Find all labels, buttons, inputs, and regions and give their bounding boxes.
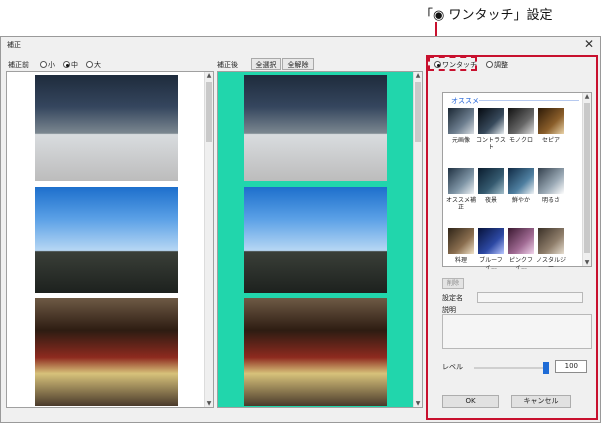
size-option-large[interactable]: 大 xyxy=(86,60,101,70)
level-label: レベル xyxy=(442,363,463,371)
annotation-callout-text: 「◉ ワンタッチ」設定 xyxy=(420,8,553,23)
before-photo-3[interactable] xyxy=(35,298,178,406)
close-icon[interactable]: ✕ xyxy=(584,37,594,51)
preset-grid: オススメ 元画像 コントラスト モノクロ セピア オススメ補正 夜景 鮮やか 明… xyxy=(442,92,592,271)
preset-thumb-recommended[interactable] xyxy=(448,168,474,194)
cancel-button[interactable]: キャンセル xyxy=(511,395,571,408)
preset-delete-button[interactable]: 削除 xyxy=(442,278,464,289)
before-photo-2[interactable] xyxy=(35,187,178,293)
scroll-down-icon[interactable]: ▼ xyxy=(205,400,213,407)
before-scroll-thumb[interactable] xyxy=(206,82,212,142)
preset-label: 鮮やか xyxy=(511,197,530,204)
level-spinbox[interactable]: 100 xyxy=(555,360,587,373)
radio-one-touch[interactable] xyxy=(434,61,441,68)
radio-medium[interactable] xyxy=(63,61,70,68)
preset-thumb-sepia[interactable] xyxy=(538,108,564,134)
size-medium-label: 中 xyxy=(71,61,78,69)
after-label: 補正後 xyxy=(217,61,238,69)
after-photo-1[interactable] xyxy=(244,75,387,181)
setting-name-label: 設定名 xyxy=(442,294,463,302)
adjust-label: 調整 xyxy=(494,61,508,69)
before-photo-1[interactable] xyxy=(35,75,178,181)
before-label: 補正前 xyxy=(8,61,29,69)
preset-label: ピンクフィ... xyxy=(508,257,533,271)
preset-thumb-pink[interactable] xyxy=(508,228,534,254)
preset-thumb-night[interactable] xyxy=(478,168,504,194)
preset-label: ブルーフィ... xyxy=(479,257,503,271)
level-slider-knob[interactable] xyxy=(543,362,549,374)
preset-thumb-vivid[interactable] xyxy=(508,168,534,194)
scroll-down-icon[interactable]: ▼ xyxy=(414,400,422,407)
size-option-medium[interactable]: 中 xyxy=(63,60,78,70)
radio-adjust[interactable] xyxy=(486,61,493,68)
preset-label: ノスタルジー xyxy=(535,257,566,271)
before-scrollbar[interactable]: ▲ ▼ xyxy=(204,72,213,407)
preset-thumb-mono[interactable] xyxy=(508,108,534,134)
deselect-all-button[interactable]: 全解除 xyxy=(282,58,314,70)
preset-label: オススメ補正 xyxy=(445,197,476,211)
preset-label: コントラスト xyxy=(476,137,506,151)
preset-label: 元画像 xyxy=(451,137,470,144)
setting-name-field[interactable] xyxy=(477,292,583,303)
preset-label: 夜景 xyxy=(484,197,497,204)
preset-thumb-original[interactable] xyxy=(448,108,474,134)
preset-thumb-contrast[interactable] xyxy=(478,108,504,134)
level-slider-track[interactable] xyxy=(474,367,549,369)
scroll-up-icon[interactable]: ▲ xyxy=(205,72,213,79)
preset-thumb-blue[interactable] xyxy=(478,228,504,254)
recommend-group-title: オススメ xyxy=(451,97,479,105)
radio-small[interactable] xyxy=(40,61,47,68)
one-touch-label: ワンタッチ xyxy=(442,61,477,69)
size-small-label: 小 xyxy=(48,61,55,69)
mode-adjust[interactable]: 調整 xyxy=(486,60,508,70)
after-scrollbar[interactable]: ▲ ▼ xyxy=(413,72,422,407)
mode-one-touch[interactable]: ワンタッチ xyxy=(434,60,477,70)
after-photo-2[interactable] xyxy=(244,187,387,293)
preset-scrollbar[interactable]: ▲ ▼ xyxy=(582,93,591,266)
radio-large[interactable] xyxy=(86,61,93,68)
before-image-list[interactable]: ▲ ▼ xyxy=(6,71,214,408)
preset-thumb-nostalgia[interactable] xyxy=(538,228,564,254)
select-all-button[interactable]: 全選択 xyxy=(251,58,281,70)
preset-label: 明るさ xyxy=(541,197,560,204)
ok-button[interactable]: OK xyxy=(442,395,499,408)
preset-label: セピア xyxy=(541,137,560,144)
scroll-up-icon[interactable]: ▲ xyxy=(583,93,591,100)
scroll-up-icon[interactable]: ▲ xyxy=(414,72,422,79)
group-divider xyxy=(479,100,579,101)
preset-thumb-food[interactable] xyxy=(448,228,474,254)
size-option-small[interactable]: 小 xyxy=(40,60,55,70)
description-textarea[interactable] xyxy=(442,314,592,349)
size-large-label: 大 xyxy=(94,61,101,69)
scroll-down-icon[interactable]: ▼ xyxy=(583,259,591,266)
correction-dialog: 補正 ✕ 補正前 小 中 大 ▲ ▼ 補正後 全選択 全解除 ▲ ▼ ワンタッチ… xyxy=(0,36,601,423)
preset-thumb-bright[interactable] xyxy=(538,168,564,194)
preset-scroll-thumb[interactable] xyxy=(584,103,590,253)
after-photo-3[interactable] xyxy=(244,298,387,406)
window-title: 補正 xyxy=(7,41,21,49)
preset-label: モノクロ xyxy=(508,137,533,144)
after-image-list[interactable]: ▲ ▼ xyxy=(217,71,423,408)
after-scroll-thumb[interactable] xyxy=(415,82,421,142)
preset-label: 料理 xyxy=(454,257,467,264)
